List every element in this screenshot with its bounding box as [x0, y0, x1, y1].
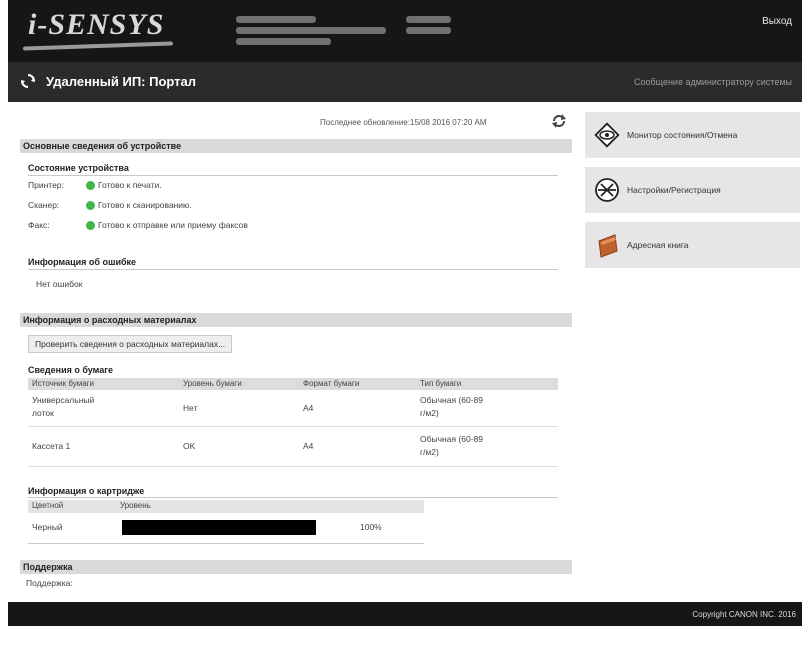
page-title: Удаленный ИП: Портал	[46, 74, 197, 89]
scanner-label: Сканер:	[28, 200, 60, 210]
column-header: Уровень бумаги	[183, 379, 242, 388]
divider	[28, 175, 558, 176]
table-cell: лоток	[32, 408, 54, 418]
settings-icon	[595, 178, 619, 202]
row-divider	[28, 426, 558, 427]
copyright-text: Copyright CANON INC. 2016	[692, 610, 796, 619]
brand-logo: i-SENSYS	[28, 8, 165, 41]
fax-status: Готово к отправке или приему факсов	[98, 220, 248, 230]
printer-label: Принтер:	[28, 180, 64, 190]
table-cell: Кассета 1	[32, 441, 71, 451]
device-info-line	[236, 27, 386, 34]
fax-label: Факс:	[28, 220, 50, 230]
error-info-title: Информация об ошибке	[28, 257, 137, 267]
cartridge-color: Черный	[32, 522, 63, 532]
sidebar-item-settings[interactable]: Настройки/Регистрация	[585, 167, 800, 213]
paper-table-header: Источник бумаги Уровень бумаги Формат бу…	[28, 378, 558, 390]
table-cell: Обычная (60-89	[420, 434, 483, 444]
column-header: Уровень	[120, 501, 151, 510]
divider	[28, 269, 558, 270]
error-value: Нет ошибок	[36, 279, 83, 289]
status-ok-icon	[86, 201, 95, 210]
address-book-icon	[598, 234, 618, 258]
sidebar-item-label: Адресная книга	[627, 240, 689, 250]
sidebar-item-address-book[interactable]: Адресная книга	[585, 222, 800, 268]
table-cell: A4	[303, 403, 314, 413]
row-divider	[28, 466, 558, 467]
device-section-header: Основные сведения об устройстве	[20, 139, 572, 153]
cartridge-info-title: Информация о картридже	[28, 486, 145, 496]
device-info-value	[406, 16, 451, 23]
sidebar-item-status-monitor[interactable]: Монитор состояния/Отмена	[585, 112, 800, 158]
divider	[28, 497, 558, 498]
consumables-section-header: Информация о расходных материалах	[20, 313, 572, 327]
portal-titlebar: Удаленный ИП: Портал Сообщение администр…	[8, 62, 802, 102]
logout-link[interactable]: Выход	[762, 16, 792, 27]
status-ok-icon	[86, 221, 95, 230]
admin-message-link[interactable]: Сообщение администратору системы	[634, 77, 792, 87]
toner-level-bar	[122, 520, 316, 535]
support-section-header: Поддержка	[20, 560, 572, 574]
device-info-line	[236, 16, 316, 23]
refresh-icon[interactable]	[550, 112, 568, 130]
divider	[28, 543, 424, 544]
top-header: i-SENSYS Выход	[8, 0, 802, 62]
device-status-title: Состояние устройства	[28, 163, 129, 173]
column-header: Формат бумаги	[303, 379, 360, 388]
last-update-text: Последнее обновление:15/08 2016 07:20 AM	[320, 118, 487, 127]
device-info-value	[406, 27, 451, 34]
status-ok-icon	[86, 181, 95, 190]
table-cell: Обычная (60-89	[420, 395, 483, 405]
printer-status: Готово к печати.	[98, 180, 162, 190]
table-cell: Универсальный	[32, 395, 95, 405]
table-cell: г/м2)	[420, 447, 439, 457]
device-info-block	[236, 14, 466, 45]
footer: Copyright CANON INC. 2016	[8, 602, 802, 626]
table-cell: A4	[303, 441, 314, 451]
cartridge-table-header: Цветной Уровень	[28, 500, 424, 513]
eye-monitor-icon	[594, 122, 620, 148]
check-consumables-button[interactable]: Проверить сведения о расходных материала…	[28, 335, 233, 353]
sidebar-item-label: Настройки/Регистрация	[627, 185, 721, 195]
table-cell: Нет	[183, 403, 198, 413]
logo-swoosh	[22, 41, 174, 51]
table-cell: OK	[183, 441, 196, 451]
sidebar-item-label: Монитор состояния/Отмена	[627, 130, 738, 140]
toner-level-percent: 100%	[360, 522, 382, 532]
scanner-status: Готово к сканированию.	[98, 200, 192, 210]
column-header: Источник бумаги	[32, 379, 95, 388]
column-header: Тип бумаги	[420, 379, 462, 388]
support-label: Поддержка:	[26, 578, 73, 588]
paper-info-title: Сведения о бумаге	[28, 365, 113, 375]
table-cell: г/м2)	[420, 408, 439, 418]
column-header: Цветной	[32, 501, 64, 510]
device-info-line	[236, 38, 331, 45]
portal-icon	[21, 74, 35, 88]
